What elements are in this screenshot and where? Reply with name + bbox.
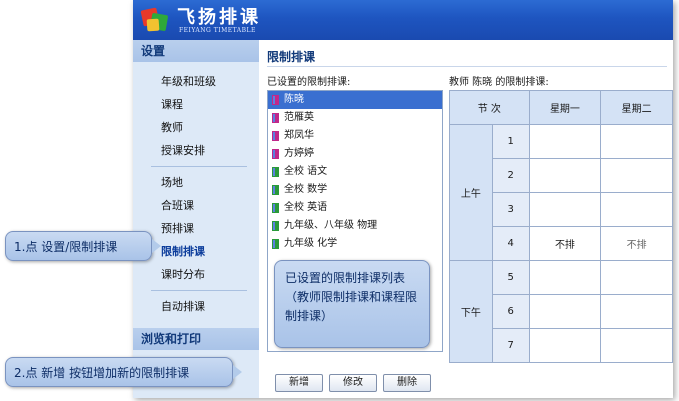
sidebar-item-course[interactable]: 课程: [133, 93, 259, 116]
period-cell: 7: [491, 328, 530, 363]
sidebar-item-venue[interactable]: 场地: [133, 171, 259, 194]
sidebar-item-auto-schedule[interactable]: 自动排课: [133, 295, 259, 318]
schedule-cell[interactable]: [528, 158, 602, 193]
period-cell: 5: [491, 260, 530, 295]
app-title: 飞扬排课: [177, 7, 261, 28]
course-icon: [272, 239, 279, 249]
period-cell: 1: [491, 124, 530, 159]
schedule-cell[interactable]: [528, 124, 602, 159]
course-icon: [272, 167, 279, 177]
course-icon: [272, 185, 279, 195]
sidebar-divider: [151, 290, 247, 291]
title-divider: [267, 66, 667, 67]
sidebar-item-grade-class[interactable]: 年级和班级: [133, 70, 259, 93]
restriction-list-label: 已设置的限制排课:: [267, 77, 351, 88]
callout-arrow: [233, 365, 242, 379]
callout-arrow: [152, 239, 161, 253]
period-cell: 3: [491, 192, 530, 227]
schedule-cell[interactable]: [528, 328, 602, 363]
header-day: 星期二: [600, 90, 673, 125]
schedule-cell[interactable]: 不排: [600, 226, 673, 261]
teacher-icon: [272, 131, 279, 141]
sidebar-item-pre-schedule[interactable]: 预排课: [133, 217, 259, 240]
sidebar-item-combined-class[interactable]: 合班课: [133, 194, 259, 217]
callout-step2: 2.点 新增 按钮增加新的限制排课: [5, 357, 233, 387]
schedule-cell[interactable]: [528, 294, 602, 329]
sidebar-divider: [151, 166, 247, 167]
schedule-cell[interactable]: [600, 158, 673, 193]
period-cell: 6: [491, 294, 530, 329]
list-item[interactable]: 全校 语文: [268, 163, 442, 181]
list-item[interactable]: 方婷婷: [268, 145, 442, 163]
period-cell: 4: [491, 226, 530, 261]
section-afternoon: 下午: [449, 260, 493, 363]
list-item[interactable]: 郑凤华: [268, 127, 442, 145]
period-cell: 2: [491, 158, 530, 193]
sidebar-section-settings[interactable]: 设置: [133, 40, 259, 62]
sidebar: 设置 年级和班级 课程 教师 授课安排 场地 合班课 预排课 限制排课 课时分布…: [133, 40, 259, 398]
sidebar-section-browse-print[interactable]: 浏览和打印: [133, 328, 259, 350]
section-morning: 上午: [449, 124, 493, 261]
sidebar-item-teacher[interactable]: 教师: [133, 116, 259, 139]
delete-button[interactable]: 删除: [383, 374, 431, 392]
restriction-table: 节 次 星期一 星期二 上午 1 2 3 4 不排 不排 下午 5 6 7: [449, 90, 673, 363]
list-item[interactable]: 九年级 化学: [268, 235, 442, 253]
schedule-cell[interactable]: [600, 124, 673, 159]
course-icon: [272, 203, 279, 213]
schedule-cell[interactable]: [600, 328, 673, 363]
list-item[interactable]: 九年级、八年级 物理: [268, 217, 442, 235]
callout-step1: 1.点 设置/限制排课: [5, 231, 152, 261]
sidebar-item-teaching-plan[interactable]: 授课安排: [133, 139, 259, 162]
add-button[interactable]: 新增: [275, 374, 323, 392]
schedule-cell[interactable]: [600, 260, 673, 295]
callout-list-note: 已设置的限制排课列表（教师限制排课和课程限制排课）: [274, 260, 430, 348]
list-item[interactable]: 范雁英: [268, 109, 442, 127]
header-period: 节 次: [449, 90, 530, 125]
app-header: 飞扬排课 FEIYANG TIMETABLE: [133, 0, 673, 40]
restriction-table-label: 教师 陈晓 的限制排课:: [449, 77, 549, 88]
teacher-icon: [272, 95, 279, 105]
page-title: 限制排课: [267, 50, 316, 64]
edit-button[interactable]: 修改: [329, 374, 377, 392]
schedule-cell[interactable]: [600, 192, 673, 227]
list-item[interactable]: 全校 英语: [268, 199, 442, 217]
list-item[interactable]: 陈晓: [268, 91, 442, 109]
sidebar-item-period-distribution[interactable]: 课时分布: [133, 263, 259, 286]
schedule-cell[interactable]: [600, 294, 673, 329]
course-icon: [272, 221, 279, 231]
schedule-cell[interactable]: [528, 192, 602, 227]
app-logo-icon: [140, 7, 168, 32]
teacher-icon: [272, 113, 279, 123]
schedule-cell[interactable]: 不排: [528, 226, 602, 261]
app-subtitle: FEIYANG TIMETABLE: [179, 27, 256, 34]
teacher-icon: [272, 149, 279, 159]
list-item[interactable]: 全校 数学: [268, 181, 442, 199]
header-day: 星期一: [528, 90, 602, 125]
schedule-cell[interactable]: [528, 260, 602, 295]
